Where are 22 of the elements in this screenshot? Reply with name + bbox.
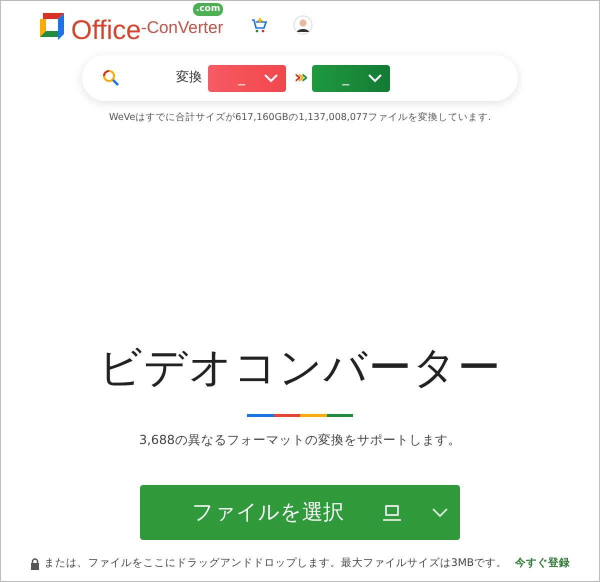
stats-text: WeVeはすでに合計サイズが617,160GBの1,137,008,077ファイルを変換しています.: [109, 111, 491, 125]
page-title: ビデオコンバーター: [98, 347, 502, 390]
search-icon[interactable]: [102, 69, 120, 87]
domain-badge: .com: [192, 2, 224, 16]
target-format-dropdown[interactable]: _: [312, 64, 390, 92]
caret-icon: [264, 74, 278, 82]
source-format-dropdown[interactable]: _: [208, 64, 286, 92]
cart-icon[interactable]: [251, 17, 268, 33]
logo-icon[interactable]: [37, 10, 67, 40]
choose-file-button[interactable]: ファイルを選択: [140, 485, 460, 540]
avatar-icon[interactable]: [293, 15, 314, 35]
caret-icon[interactable]: [432, 508, 448, 518]
logo-subtext[interactable]: -ConVerter: [141, 18, 224, 36]
device-icon[interactable]: [382, 504, 402, 522]
register-link[interactable]: 今すぐ登録: [514, 556, 570, 572]
logo-text[interactable]: Office: [71, 16, 142, 44]
arrows-icon: ›››: [294, 69, 304, 87]
convert-label: 変換: [176, 69, 202, 88]
drag-drop-note: または、ファイルをここにドラッグアンドドロップします。最大ファイルサイズは3MBです。: [44, 556, 507, 571]
lock-icon: [30, 558, 40, 570]
subtitle: 3,688の異なるフォーマットの変換をサポートします。: [139, 431, 461, 450]
caret-icon: [368, 74, 382, 82]
